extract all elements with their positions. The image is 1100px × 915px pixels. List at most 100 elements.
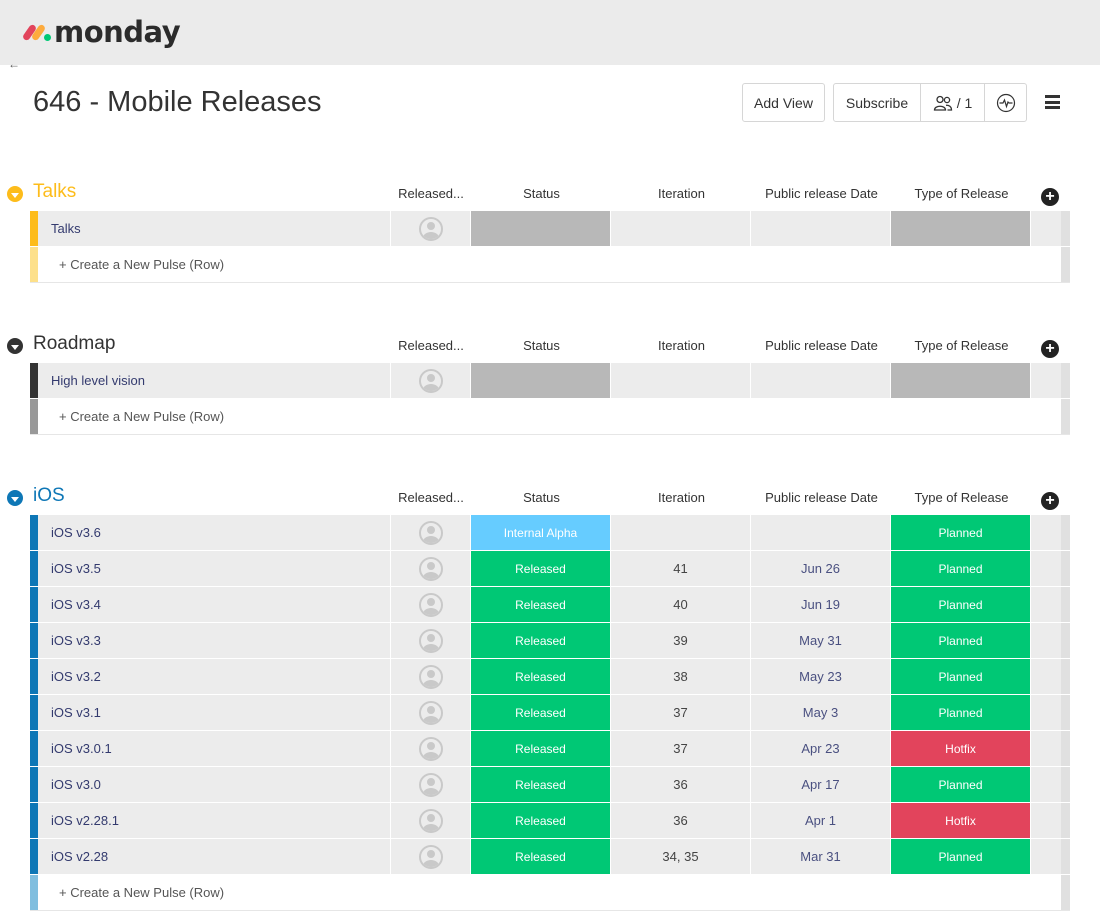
status-cell[interactable] — [471, 363, 611, 398]
released-by-cell[interactable] — [391, 515, 471, 550]
iteration-cell[interactable]: 40 — [611, 587, 751, 622]
pulse-name[interactable]: iOS v3.0.1 — [38, 731, 391, 766]
column-header-status[interactable]: Status — [472, 186, 611, 201]
add-column-icon[interactable]: + — [1041, 340, 1059, 358]
type-of-release-cell[interactable] — [891, 211, 1031, 246]
column-header-released-by[interactable]: Released... — [391, 490, 471, 505]
table-row[interactable]: iOS v3.4 Released 40 Jun 19 Planned — [30, 587, 1070, 623]
released-by-cell[interactable] — [391, 363, 471, 398]
column-header-public-release-date[interactable]: Public release Date — [752, 490, 891, 505]
released-by-cell[interactable] — [391, 767, 471, 802]
table-row[interactable]: High level vision — [30, 363, 1070, 399]
release-date-cell[interactable] — [751, 515, 891, 550]
column-header-status[interactable]: Status — [472, 490, 611, 505]
pulse-name[interactable]: Talks — [38, 211, 391, 246]
status-cell[interactable]: Released — [471, 695, 611, 730]
add-column-icon[interactable]: + — [1041, 188, 1059, 206]
iteration-cell[interactable] — [611, 515, 751, 550]
pulse-name[interactable]: iOS v2.28 — [38, 839, 391, 874]
iteration-cell[interactable]: 37 — [611, 731, 751, 766]
add-column-icon[interactable]: + — [1041, 492, 1059, 510]
type-of-release-cell[interactable]: Planned — [891, 767, 1031, 802]
collapse-group-icon[interactable] — [7, 490, 23, 506]
iteration-cell[interactable]: 38 — [611, 659, 751, 694]
pulse-name[interactable]: High level vision — [38, 363, 391, 398]
column-header-iteration[interactable]: Iteration — [612, 490, 751, 505]
status-cell[interactable]: Released — [471, 839, 611, 874]
create-new-pulse-input[interactable]: + Create a New Pulse (Row) — [38, 247, 1061, 282]
released-by-cell[interactable] — [391, 623, 471, 658]
create-new-pulse-row[interactable]: + Create a New Pulse (Row) — [30, 875, 1070, 911]
column-header-public-release-date[interactable]: Public release Date — [752, 186, 891, 201]
type-of-release-cell[interactable]: Planned — [891, 659, 1031, 694]
status-cell[interactable]: Released — [471, 659, 611, 694]
table-row[interactable]: iOS v3.3 Released 39 May 31 Planned — [30, 623, 1070, 659]
column-header-status[interactable]: Status — [472, 338, 611, 353]
pulse-name[interactable]: iOS v3.4 — [38, 587, 391, 622]
iteration-cell[interactable]: 37 — [611, 695, 751, 730]
column-header-type-of-release[interactable]: Type of Release — [892, 490, 1031, 505]
table-row[interactable]: iOS v3.6 Internal Alpha Planned — [30, 515, 1070, 551]
group-title[interactable]: Talks — [33, 181, 76, 203]
type-of-release-cell[interactable]: Planned — [891, 839, 1031, 874]
status-cell[interactable]: Released — [471, 803, 611, 838]
type-of-release-cell[interactable]: Hotfix — [891, 731, 1031, 766]
table-row[interactable]: iOS v3.0 Released 36 Apr 17 Planned — [30, 767, 1070, 803]
table-row[interactable]: iOS v3.5 Released 41 Jun 26 Planned — [30, 551, 1070, 587]
released-by-cell[interactable] — [391, 551, 471, 586]
column-header-iteration[interactable]: Iteration — [612, 186, 751, 201]
table-row[interactable]: iOS v2.28 Released 34, 35 Mar 31 Planned — [30, 839, 1070, 875]
release-date-cell[interactable]: Mar 31 — [751, 839, 891, 874]
iteration-cell[interactable]: 34, 35 — [611, 839, 751, 874]
release-date-cell[interactable]: Apr 23 — [751, 731, 891, 766]
column-header-type-of-release[interactable]: Type of Release — [892, 338, 1031, 353]
column-header-released-by[interactable]: Released... — [391, 338, 471, 353]
type-of-release-cell[interactable] — [891, 363, 1031, 398]
iteration-cell[interactable] — [611, 363, 751, 398]
release-date-cell[interactable]: May 31 — [751, 623, 891, 658]
status-cell[interactable]: Internal Alpha — [471, 515, 611, 550]
board-title[interactable]: 646 - Mobile Releases — [33, 86, 322, 119]
column-header-public-release-date[interactable]: Public release Date — [752, 338, 891, 353]
iteration-cell[interactable] — [611, 211, 751, 246]
released-by-cell[interactable] — [391, 587, 471, 622]
status-cell[interactable]: Released — [471, 623, 611, 658]
pulse-name[interactable]: iOS v3.5 — [38, 551, 391, 586]
create-new-pulse-input[interactable]: + Create a New Pulse (Row) — [38, 399, 1061, 434]
released-by-cell[interactable] — [391, 695, 471, 730]
collapse-group-icon[interactable] — [7, 186, 23, 202]
hamburger-menu-icon[interactable] — [1045, 95, 1060, 109]
back-arrow-icon[interactable]: ← — [8, 58, 20, 70]
released-by-cell[interactable] — [391, 211, 471, 246]
release-date-cell[interactable]: Jun 26 — [751, 551, 891, 586]
released-by-cell[interactable] — [391, 839, 471, 874]
table-row[interactable]: iOS v3.2 Released 38 May 23 Planned — [30, 659, 1070, 695]
released-by-cell[interactable] — [391, 803, 471, 838]
column-header-iteration[interactable]: Iteration — [612, 338, 751, 353]
subscribe-button[interactable]: Subscribe — [834, 84, 921, 121]
column-header-type-of-release[interactable]: Type of Release — [892, 186, 1031, 201]
status-cell[interactable]: Released — [471, 767, 611, 802]
collapse-group-icon[interactable] — [7, 338, 23, 354]
release-date-cell[interactable]: Apr 17 — [751, 767, 891, 802]
table-row[interactable]: iOS v2.28.1 Released 36 Apr 1 Hotfix — [30, 803, 1070, 839]
pulse-name[interactable]: iOS v2.28.1 — [38, 803, 391, 838]
iteration-cell[interactable]: 41 — [611, 551, 751, 586]
pulse-name[interactable]: iOS v3.2 — [38, 659, 391, 694]
type-of-release-cell[interactable]: Planned — [891, 623, 1031, 658]
release-date-cell[interactable] — [751, 363, 891, 398]
release-date-cell[interactable]: May 3 — [751, 695, 891, 730]
type-of-release-cell[interactable]: Planned — [891, 587, 1031, 622]
release-date-cell[interactable]: Apr 1 — [751, 803, 891, 838]
released-by-cell[interactable] — [391, 731, 471, 766]
add-view-button[interactable]: Add View — [742, 83, 825, 122]
pulse-name[interactable]: iOS v3.6 — [38, 515, 391, 550]
table-row[interactable]: Talks — [30, 211, 1070, 247]
status-cell[interactable]: Released — [471, 587, 611, 622]
pulse-name[interactable]: iOS v3.1 — [38, 695, 391, 730]
release-date-cell[interactable] — [751, 211, 891, 246]
type-of-release-cell[interactable]: Planned — [891, 515, 1031, 550]
iteration-cell[interactable]: 36 — [611, 803, 751, 838]
column-header-released-by[interactable]: Released... — [391, 186, 471, 201]
status-cell[interactable] — [471, 211, 611, 246]
